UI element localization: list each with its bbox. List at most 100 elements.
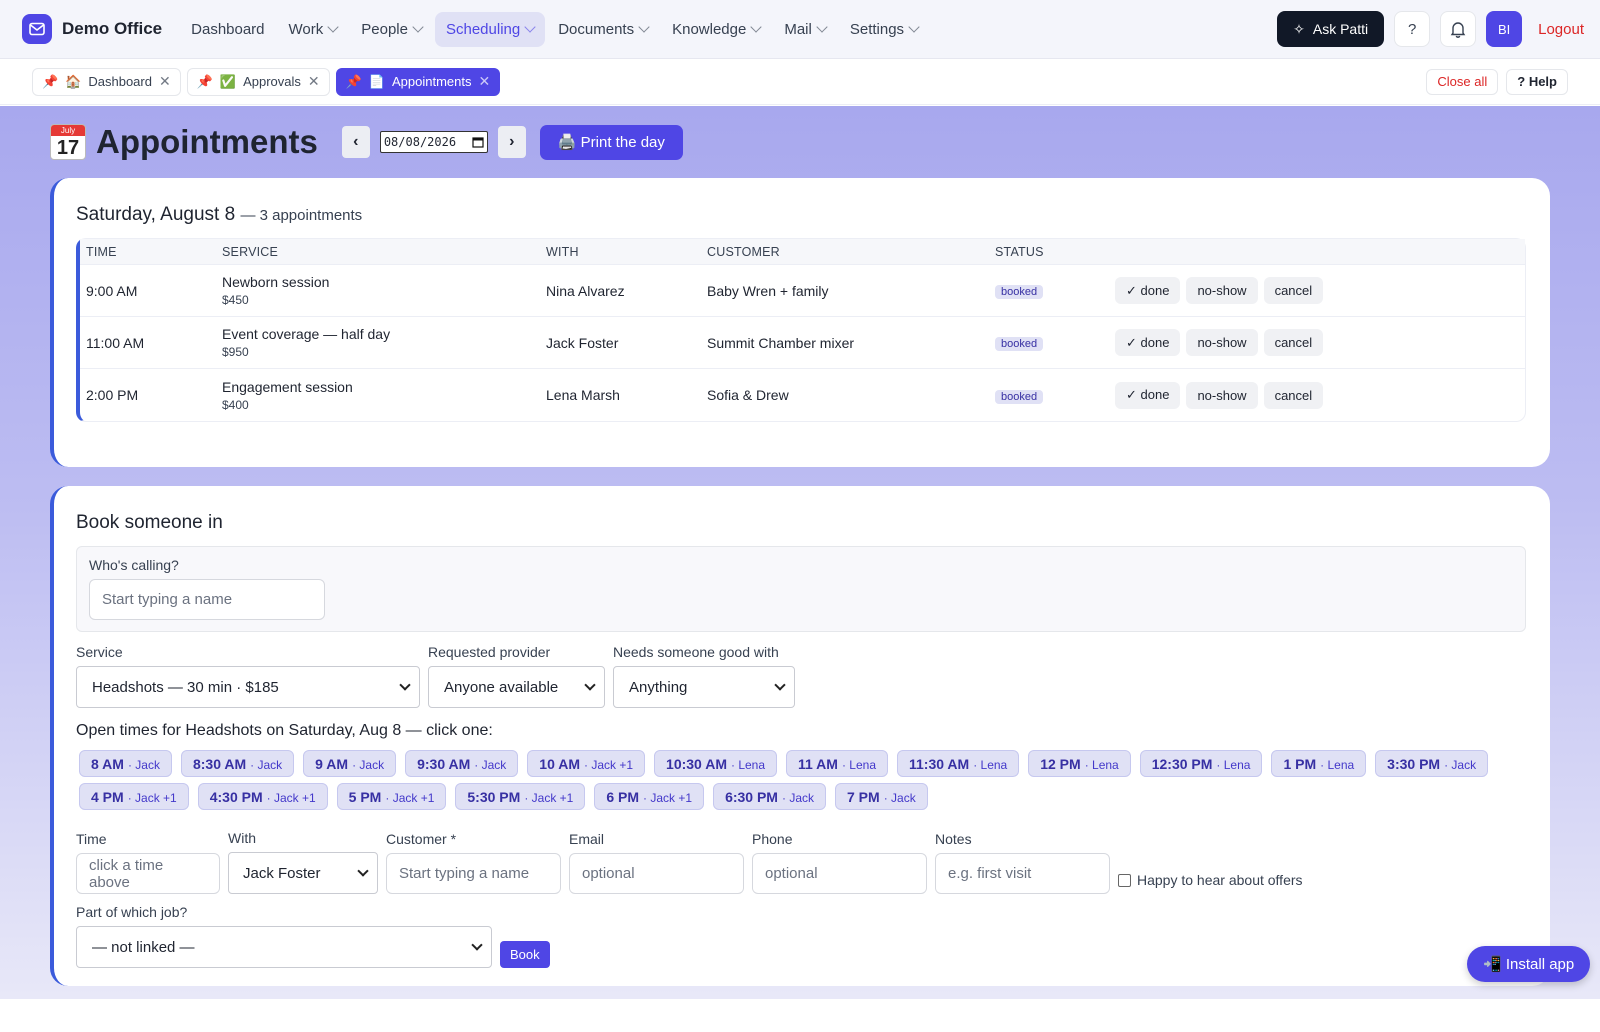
time-slot-button[interactable]: 4:30 PM · Jack +1 [197,783,328,810]
pin-icon[interactable]: 📌 [346,74,362,90]
ask-patti-button[interactable]: ✧ Ask Patti [1277,11,1385,47]
cancel-button[interactable]: cancel [1263,277,1324,304]
appt-service: Newborn session $450 [222,274,546,307]
time-slot-button[interactable]: 11:30 AM · Lena [897,750,1020,777]
prev-day-button[interactable]: ‹ [341,126,370,158]
customer-input[interactable]: Start typing a name [386,853,561,894]
provider-label: Requested provider [428,644,551,660]
time-slot-button[interactable]: 9:30 AM · Jack [405,750,519,777]
pin-icon[interactable]: 📌 [197,74,213,90]
service-select[interactable]: Headshots — 30 min · $185 [76,666,420,708]
tab-appointments[interactable]: 📌 📄 Appointments ✕ [335,67,501,96]
book-button[interactable]: Book [500,941,550,968]
tab-approvals[interactable]: 📌 ✅ Approvals ✕ [186,67,330,96]
time-slot-button[interactable]: 9 AM · Jack [303,750,397,777]
service-name: Event coverage — half day [222,326,391,342]
no-show-button[interactable]: no-show [1186,329,1258,356]
done-button[interactable]: ✓ done [1115,381,1181,409]
time-slot-button[interactable]: 7 PM · Jack [835,783,928,810]
close-icon[interactable]: ✕ [479,73,491,90]
next-day-button[interactable]: › [497,126,526,158]
date-value: 08/08/2026 [383,135,457,149]
with-select[interactable]: Jack Foster [228,852,378,894]
help-tab-button[interactable]: ? Help [1506,68,1568,95]
appt-service: Event coverage — half day $950 [222,326,546,359]
document-icon: 📄 [368,73,386,89]
tab-dashboard[interactable]: 📌 🏠 Dashboard ✕ [32,67,181,96]
service-price: $950 [222,345,249,359]
tab-label: Dashboard [88,74,152,89]
time-slot-button[interactable]: 11 AM · Lena [786,750,888,777]
tab-actions: Close all ? Help [1426,68,1568,95]
job-select[interactable]: — not linked — [76,926,492,968]
print-day-button[interactable]: 🖨️ Print the day [539,124,683,160]
slot-time: 3:30 PM [1387,756,1441,772]
caller-search-input[interactable]: Start typing a name [89,579,325,620]
nav-settings[interactable]: Settings [839,12,929,47]
time-slot-button[interactable]: 6:30 PM · Jack [713,783,826,810]
slot-time: 4 PM [91,789,124,805]
booking-fields: Time click a time above With Jack Foster… [76,830,1526,894]
time-input[interactable]: click a time above [76,853,220,894]
notes-input[interactable]: e.g. first visit [935,853,1110,894]
time-slot-button[interactable]: 5:30 PM · Jack +1 [455,783,586,810]
nav-mail[interactable]: Mail [773,12,837,47]
no-show-button[interactable]: no-show [1186,277,1258,304]
date-picker[interactable]: 08/08/2026 [379,131,488,153]
email-input[interactable]: optional [569,853,744,894]
pin-icon[interactable]: 📌 [42,74,58,90]
install-app-button[interactable]: 📲 Install app [1467,946,1591,982]
nav-label: Knowledge [672,20,747,38]
calendar-picker-icon[interactable] [472,136,484,148]
close-icon[interactable]: ✕ [159,73,171,90]
time-slot-button[interactable]: 10:30 AM · Lena [654,750,778,777]
nav-documents[interactable]: Documents [547,12,659,47]
appt-customer: Summit Chamber mixer [707,334,855,351]
time-slot-button[interactable]: 8 AM · Jack [79,750,172,777]
help-button[interactable]: ? [1394,11,1431,47]
notifications-button[interactable] [1440,11,1477,47]
brand-name[interactable]: Demo Office [62,19,162,39]
slot-provider: · Lena [730,758,766,772]
close-icon[interactable]: ✕ [308,73,320,90]
close-all-button[interactable]: Close all [1426,68,1499,95]
time-slot-button[interactable]: 12:30 PM · Lena [1139,750,1263,777]
done-button[interactable]: ✓ done [1115,329,1181,356]
done-button[interactable]: ✓ done [1115,277,1181,304]
avatar[interactable]: BI [1486,11,1523,47]
nav-work[interactable]: Work [278,12,349,47]
table-header: TIME SERVICE WITH CUSTOMER STATUS [80,239,1525,265]
home-icon: 🏠 [65,73,82,89]
nav-people[interactable]: People [350,12,433,47]
time-slot-button[interactable]: 12 PM · Lena [1028,750,1131,777]
logout-link[interactable]: Logout [1538,21,1584,38]
nav-knowledge[interactable]: Knowledge [661,12,771,47]
cancel-button[interactable]: cancel [1263,381,1324,409]
offers-checkbox[interactable] [1118,873,1131,887]
phone-input[interactable]: optional [752,853,927,894]
skill-select[interactable]: Anything [613,666,795,708]
cancel-button[interactable]: cancel [1263,329,1324,356]
time-slot-button[interactable]: 5 PM · Jack +1 [336,783,447,810]
time-slot-button[interactable]: 3:30 PM · Jack [1375,750,1489,777]
mail-logo-icon[interactable] [22,14,52,44]
time-label: Time [76,831,107,847]
nav-label: People [361,20,408,38]
appt-customer: Baby Wren + family [707,282,829,299]
nav-scheduling[interactable]: Scheduling [434,11,546,47]
nav-dashboard[interactable]: Dashboard [180,12,275,47]
chevron-down-icon [816,21,828,33]
chevron-down-icon [524,21,536,33]
time-slot-button[interactable]: 6 PM · Jack +1 [594,783,705,810]
col-with: WITH [546,244,579,259]
provider-select[interactable]: Anyone available [428,666,605,708]
day-heading: Saturday, August 8 — 3 appointments [76,204,1526,226]
time-slot-button[interactable]: 10 AM · Jack +1 [527,750,646,777]
slot-provider: · Lena [1320,758,1355,772]
time-slot-button[interactable]: 4 PM · Jack +1 [79,783,189,810]
time-slot-button[interactable]: 1 PM · Lena [1271,750,1367,777]
col-service: SERVICE [222,244,279,259]
slot-time: 5:30 PM [467,789,521,805]
time-slot-button[interactable]: 8:30 AM · Jack [180,750,295,777]
no-show-button[interactable]: no-show [1186,381,1258,409]
